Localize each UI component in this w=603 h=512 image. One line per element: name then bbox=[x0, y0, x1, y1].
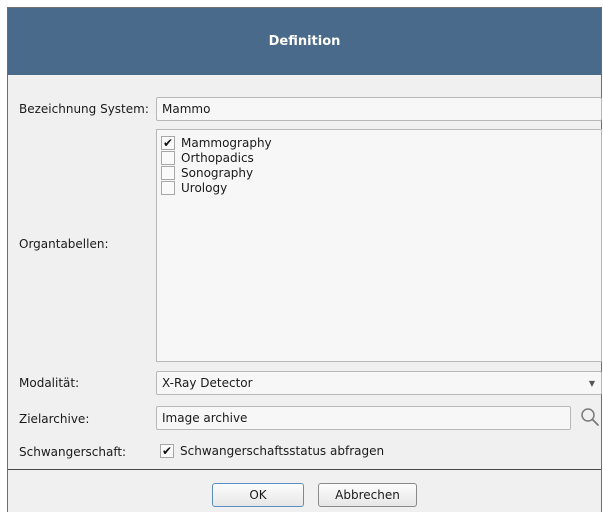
list-item-label: Orthopadics bbox=[181, 150, 254, 165]
dialog-title: Definition bbox=[8, 8, 601, 75]
list-item-label: Mammography bbox=[181, 135, 272, 150]
chevron-down-icon[interactable]: ▼ bbox=[589, 372, 595, 394]
system-name-label: Bezeichnung System: bbox=[19, 102, 149, 116]
modality-select[interactable]: X-Ray Detector ▼ bbox=[156, 371, 602, 395]
pregnancy-label: Schwangerschaft: bbox=[19, 445, 127, 459]
checkbox[interactable] bbox=[161, 165, 175, 180]
checkbox[interactable]: ✔ bbox=[161, 135, 175, 150]
system-name-input[interactable]: Mammo bbox=[156, 97, 602, 121]
ok-button[interactable]: OK bbox=[212, 483, 304, 507]
list-item-label: Urology bbox=[181, 180, 228, 195]
list-item-orthopadics[interactable]: Orthopadics bbox=[161, 150, 254, 165]
organ-tables-list[interactable]: ✔ Mammography Orthopadics Sonography Uro… bbox=[156, 129, 602, 362]
modality-label: Modalität: bbox=[19, 376, 80, 390]
search-icon[interactable] bbox=[579, 406, 601, 428]
definition-dialog: Definition Bezeichnung System: Mammo Org… bbox=[7, 7, 602, 512]
target-archive-label: Zielarchive: bbox=[19, 412, 90, 426]
footer-divider bbox=[8, 469, 601, 470]
checkbox[interactable] bbox=[161, 180, 175, 195]
organ-tables-label: Organtabellen: bbox=[19, 237, 109, 251]
pregnancy-checkbox-row[interactable]: ✔ Schwangerschaftsstatus abfragen bbox=[160, 444, 384, 458]
list-item-label: Sonography bbox=[181, 165, 254, 180]
modality-value: X-Ray Detector bbox=[162, 376, 253, 390]
checkbox[interactable] bbox=[161, 150, 175, 165]
list-item-mammography[interactable]: ✔ Mammography bbox=[161, 135, 272, 150]
pregnancy-checkbox[interactable]: ✔ bbox=[160, 444, 174, 458]
list-item-urology[interactable]: Urology bbox=[161, 180, 227, 195]
list-item-sonography[interactable]: Sonography bbox=[161, 165, 253, 180]
cancel-button[interactable]: Abbrechen bbox=[318, 483, 417, 507]
pregnancy-checkbox-label: Schwangerschaftsstatus abfragen bbox=[180, 444, 385, 458]
target-archive-input[interactable]: Image archive bbox=[156, 406, 571, 430]
